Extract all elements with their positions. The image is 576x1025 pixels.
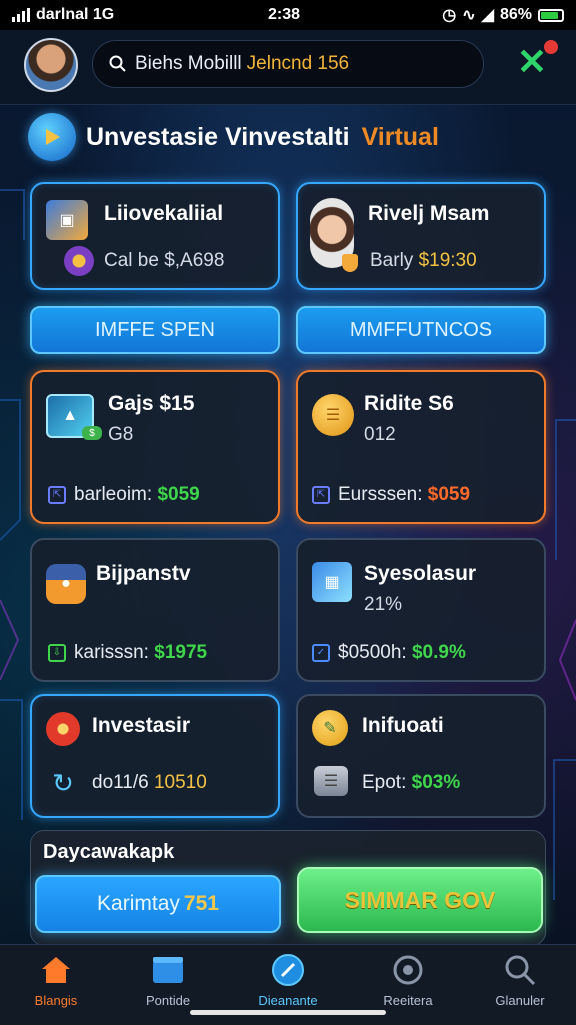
- pen-icon: ✎: [312, 710, 348, 746]
- card-title: Liiovekaliial: [104, 202, 224, 225]
- battery-percent: 86%: [499, 6, 532, 23]
- nav-item-home[interactable]: Blangis: [6, 953, 106, 1008]
- stat-line: do11/6 10510: [92, 772, 207, 793]
- stat-card[interactable]: Investasir ↻ do11/6 10510: [30, 694, 280, 818]
- stat-card[interactable]: ✎ Inifuoati ☰ Epot: $03%: [296, 694, 546, 818]
- title-accent: Virtual: [361, 122, 439, 151]
- stat-value: $059: [427, 484, 471, 505]
- stat-value: $059: [157, 484, 200, 505]
- alarm-icon: ◷: [442, 7, 457, 24]
- avatar[interactable]: [24, 38, 78, 92]
- target-icon: [46, 712, 80, 746]
- action-panel: Daycawakapk Karimtay 751 SIMMAR GOV: [30, 830, 546, 946]
- stat-title: Ridite S6: [364, 392, 454, 415]
- stat-sub: 012: [364, 424, 396, 445]
- stat-line: $0500h: $0.9%: [338, 642, 466, 663]
- home-icon: [39, 953, 73, 987]
- app-header: Biehs Mobilll Jelncnd 156 ✕: [0, 30, 576, 105]
- stat-card[interactable]: ● Bijpanstv ⇩ karisssn: $1975: [30, 538, 280, 682]
- arrow-mini-icon: ⇩: [48, 644, 66, 662]
- settings-icon: [391, 953, 425, 987]
- card-title: Rivelj Msam: [368, 202, 490, 225]
- shield-icon: [342, 254, 358, 272]
- stat-line: Epot: $03%: [362, 772, 461, 793]
- refresh-icon: ↻: [52, 767, 74, 798]
- profile-card[interactable]: Rivelj Msam Barly $19:30: [296, 182, 546, 290]
- stat-line: karisssn: $1975: [74, 642, 208, 663]
- stat-value: $03%: [411, 772, 461, 793]
- stat-title: Syesolasur: [364, 562, 477, 585]
- search-icon: [109, 55, 126, 72]
- cube-icon: ▣: [46, 200, 88, 240]
- stat-line: barleoim: $059: [74, 484, 200, 505]
- signal-icon: [12, 8, 30, 22]
- search-label: Biehs Mobilll: [135, 53, 242, 74]
- stat-value: $1975: [154, 642, 208, 663]
- home-indicator: [190, 1010, 386, 1015]
- play-icon: [28, 113, 76, 161]
- coin-icon: ☰: [312, 394, 354, 436]
- wallet-icon: [151, 953, 185, 987]
- nav-item-discover[interactable]: Dieanante: [238, 953, 338, 1008]
- wifi-icon: ∿: [462, 7, 476, 24]
- cta-left-button[interactable]: IMFFE SPEN: [30, 306, 280, 354]
- stat-title: Gajs $15: [108, 392, 195, 415]
- stat-value: $0.9%: [411, 642, 466, 663]
- clock: 2:38: [268, 6, 301, 23]
- stat-sub: 21%: [364, 594, 403, 615]
- stat-title: Investasir: [92, 714, 191, 737]
- stat-card[interactable]: ▲ $ Gajs $15 G8 ⇱ barleoim: $059: [30, 370, 280, 524]
- chart-mini-icon: ⇱: [312, 486, 330, 504]
- cta-right-button[interactable]: MMFFUTNCOS: [296, 306, 546, 354]
- portfolio-card[interactable]: ▣ Liiovekaliial Cal be $,A698: [30, 182, 280, 290]
- card-value: Barly $19:30: [370, 250, 477, 271]
- page-title: Unvestasie Vinvestalti Virtual: [28, 112, 439, 162]
- check-mini-icon: ✓: [312, 644, 330, 662]
- cellular-icon: ◢: [481, 7, 494, 24]
- stat-value: 10510: [153, 772, 207, 793]
- server-icon: ☰: [314, 766, 348, 796]
- title-main: Unvestasie Vinvestalti: [86, 122, 350, 151]
- stat-title: Bijpanstv: [96, 562, 191, 585]
- stat-sub: G8: [108, 424, 134, 445]
- carrier-label: darlnal 1G: [36, 6, 115, 23]
- coin-stack-icon: [64, 246, 94, 276]
- panel-title: Daycawakapk: [43, 841, 175, 863]
- card-value: Cal be $,A698: [104, 250, 225, 271]
- search-icon: [503, 953, 537, 987]
- stat-card[interactable]: ▦ Syesolasur 21% ✓ $0500h: $0.9%: [296, 538, 546, 682]
- nav-item-wallet[interactable]: Pontide: [118, 953, 218, 1008]
- search-highlight: Jelncnd 156: [246, 53, 350, 74]
- search-bar[interactable]: Biehs Mobilll Jelncnd 156: [92, 40, 484, 88]
- building-icon: ▦: [312, 562, 352, 602]
- notification-badge: [542, 38, 560, 56]
- secondary-action-button[interactable]: SIMMAR GOV: [297, 867, 543, 933]
- nav-item-settings[interactable]: Reeitera: [358, 953, 458, 1008]
- stat-line: Eursssen: $059: [338, 484, 471, 505]
- status-bar: darlnal 1G 2:38 ◷ ∿ ◢ 86%: [0, 0, 576, 30]
- chart-mini-icon: ⇱: [48, 486, 66, 504]
- compass-icon: [271, 953, 305, 987]
- primary-action-button[interactable]: Karimtay 751: [35, 875, 281, 933]
- lock-icon: ●: [46, 564, 86, 604]
- stat-title: Inifuoati: [362, 714, 444, 737]
- cash-icon: $: [82, 426, 102, 440]
- nav-item-search[interactable]: Glanuler: [470, 953, 570, 1008]
- battery-icon: [538, 8, 564, 22]
- stat-card[interactable]: ☰ Ridite S6 012 ⇱ Eursssen: $059: [296, 370, 546, 524]
